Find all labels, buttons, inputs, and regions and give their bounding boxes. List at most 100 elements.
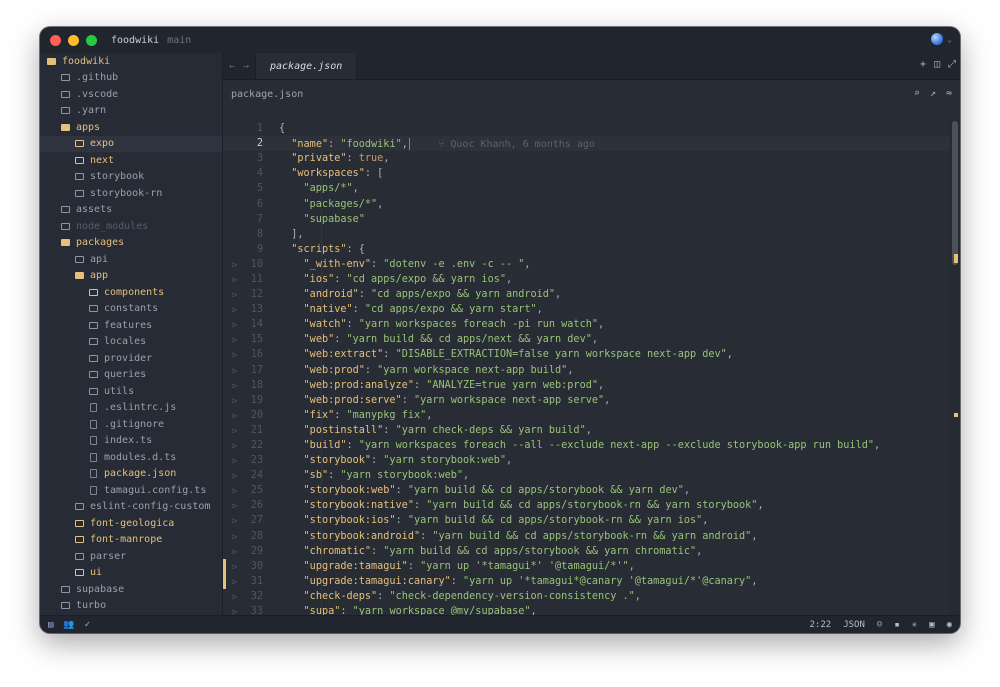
forward-arrow-icon[interactable]: → — [243, 61, 249, 72]
code-line[interactable]: 6 "packages/*", — [223, 196, 960, 211]
vim-mode-icon[interactable]: ▪ — [894, 620, 899, 630]
sidebar-item[interactable]: locales — [40, 334, 222, 351]
code-line[interactable]: ▷ 10 "_with-env": "dotenv -e .env -c -- "… — [223, 257, 960, 272]
language-mode[interactable]: JSON — [843, 620, 865, 630]
run-arrow-icon[interactable]: ▷ — [229, 577, 241, 586]
sidebar-item[interactable]: packages — [40, 235, 222, 252]
sidebar-item[interactable]: font-manrope — [40, 532, 222, 549]
sidebar-item[interactable]: apps — [40, 119, 222, 136]
sidebar-item[interactable]: expo — [40, 135, 222, 152]
sidebar-item[interactable]: package.json — [40, 466, 222, 483]
run-arrow-icon[interactable]: ▷ — [229, 441, 241, 450]
code-line[interactable]: ▷ 17 "web:prod": "yarn workspace next-app… — [223, 363, 960, 378]
sidebar-item[interactable]: .yarn — [40, 103, 222, 120]
sidebar-item[interactable]: .gitignore — [40, 416, 222, 433]
run-arrow-icon[interactable]: ▷ — [229, 335, 241, 344]
code-editor[interactable]: 1{2 "name": "foodwiki", ⑂ Quoc Khanh, 6 m… — [223, 121, 960, 615]
code-line[interactable]: ▷ 31 "upgrade:tamagui:canary": "yarn up '… — [223, 573, 960, 589]
code-line[interactable]: 5 "apps/*", — [223, 181, 960, 196]
sidebar-item[interactable]: api — [40, 251, 222, 268]
sidebar-item[interactable]: supabase — [40, 581, 222, 598]
run-arrow-icon[interactable]: ▷ — [229, 607, 241, 615]
sidebar-item[interactable]: tamagui.config.ts — [40, 482, 222, 499]
code-line[interactable]: 1{ — [223, 121, 960, 136]
run-arrow-icon[interactable]: ▷ — [229, 426, 241, 435]
run-arrow-icon[interactable]: ▷ — [229, 366, 241, 375]
code-line[interactable]: ▷ 26 "storybook:native": "yarn build && c… — [223, 498, 960, 513]
sidebar-item[interactable]: assets — [40, 202, 222, 219]
minimize-window-button[interactable] — [68, 34, 79, 46]
maximize-window-button[interactable] — [86, 34, 97, 46]
code-line[interactable]: ▷ 15 "web": "yarn build && cd apps/next &… — [223, 332, 960, 347]
chat-icon[interactable]: ▣ — [929, 620, 934, 630]
sidebar-item[interactable]: index.ts — [40, 433, 222, 450]
run-arrow-icon[interactable]: ▷ — [229, 305, 241, 314]
run-arrow-icon[interactable]: ▷ — [229, 260, 241, 269]
run-arrow-icon[interactable]: ▷ — [229, 275, 241, 284]
run-arrow-icon[interactable]: ▷ — [229, 411, 241, 420]
sidebar-item[interactable]: components — [40, 284, 222, 301]
run-arrow-icon[interactable]: ▷ — [229, 471, 241, 480]
code-line[interactable]: ▷ 14 "watch": "yarn workspaces foreach -p… — [223, 317, 960, 332]
scrollbar-thumb[interactable] — [952, 121, 958, 265]
run-arrow-icon[interactable]: ▷ — [229, 350, 241, 359]
code-line[interactable]: ▷ 28 "storybook:android": "yarn build && … — [223, 529, 960, 544]
code-line[interactable]: 3 "private": true, — [223, 151, 960, 166]
run-arrow-icon[interactable]: ▷ — [229, 456, 241, 465]
code-line[interactable]: ▷ 29 "chromatic": "yarn build && cd apps/… — [223, 544, 960, 559]
code-line[interactable]: 9 "scripts": { — [223, 242, 960, 257]
project-panel-icon[interactable]: ▤ — [48, 620, 53, 630]
run-arrow-icon[interactable]: ▷ — [229, 516, 241, 525]
run-arrow-icon[interactable]: ▷ — [229, 501, 241, 510]
sidebar-item[interactable]: storybook — [40, 169, 222, 186]
code-line[interactable]: ▷ 27 "storybook:ios": "yarn build && cd a… — [223, 513, 960, 528]
cursor-position[interactable]: 2:22 — [810, 620, 832, 630]
notification-icon[interactable]: ◉ — [947, 620, 952, 630]
run-arrow-icon[interactable]: ▷ — [229, 396, 241, 405]
code-line[interactable]: ▷ 23 "storybook": "yarn storybook:web", — [223, 453, 960, 468]
run-arrow-icon[interactable]: ▷ — [229, 547, 241, 556]
sidebar-item[interactable]: .vscode — [40, 86, 222, 103]
run-arrow-icon[interactable]: ▷ — [229, 381, 241, 390]
split-pane-icon[interactable]: ◫ — [934, 59, 940, 70]
project-name[interactable]: foodwiki — [111, 35, 159, 46]
code-line[interactable]: 4 "workspaces": [ — [223, 166, 960, 181]
code-line[interactable]: ▷ 16 "web:extract": "DISABLE_EXTRACTION=f… — [223, 347, 960, 362]
vertical-scrollbar[interactable] — [950, 121, 960, 615]
breadcrumb[interactable]: package.json — [231, 89, 303, 100]
sidebar-item[interactable]: eslint-config-custom — [40, 499, 222, 516]
run-arrow-icon[interactable]: ▷ — [229, 320, 241, 329]
account-menu[interactable]: ⌄ — [931, 33, 952, 45]
code-line[interactable]: ▷ 20 "fix": "manypkg fix", — [223, 408, 960, 423]
sidebar-item[interactable]: foodwiki — [40, 53, 222, 70]
close-window-button[interactable] — [50, 34, 61, 46]
sidebar-item[interactable]: .eslintrc.js — [40, 400, 222, 417]
check-icon[interactable]: ✓ — [85, 620, 90, 630]
sidebar-item[interactable]: font-geologica — [40, 515, 222, 532]
code-line[interactable]: 7 "supabase" — [223, 212, 960, 227]
sidebar-item[interactable]: storybook-rn — [40, 185, 222, 202]
code-line[interactable]: ▷ 18 "web:prod:analyze": "ANALYZE=true ya… — [223, 378, 960, 393]
tab-package-json[interactable]: package.json — [255, 53, 358, 79]
search-icon[interactable]: ⌕ — [914, 88, 920, 99]
sidebar-item[interactable]: constants — [40, 301, 222, 318]
sidebar-item[interactable]: provider — [40, 350, 222, 367]
sidebar-item[interactable]: parser — [40, 548, 222, 565]
sidebar-item[interactable]: modules.d.ts — [40, 449, 222, 466]
branch-name[interactable]: main — [167, 35, 191, 46]
sidebar-item[interactable]: utils — [40, 383, 222, 400]
code-line[interactable]: ▷ 24 "sb": "yarn storybook:web", — [223, 468, 960, 483]
sidebar-item[interactable]: queries — [40, 367, 222, 384]
code-line[interactable]: ▷ 21 "postinstall": "yarn check-deps && y… — [223, 423, 960, 438]
run-arrow-icon[interactable]: ▷ — [229, 532, 241, 541]
run-arrow-icon[interactable]: ▷ — [229, 486, 241, 495]
code-line[interactable]: ▷ 33 "supa": "yarn workspace @my/supabase… — [223, 604, 960, 615]
code-line[interactable]: ▷ 25 "storybook:web": "yarn build && cd a… — [223, 483, 960, 498]
copilot-icon[interactable]: ☺ — [877, 620, 882, 630]
code-line[interactable]: ▷ 22 "build": "yarn workspaces foreach --… — [223, 438, 960, 453]
sidebar-item[interactable]: turbo — [40, 598, 222, 615]
code-line[interactable]: ▷ 13 "native": "cd apps/expo && yarn star… — [223, 302, 960, 317]
code-line[interactable]: ▷ 11 "ios": "cd apps/expo && yarn ios", — [223, 272, 960, 287]
open-external-icon[interactable]: ↗ — [930, 88, 936, 99]
avatar[interactable] — [931, 33, 944, 45]
